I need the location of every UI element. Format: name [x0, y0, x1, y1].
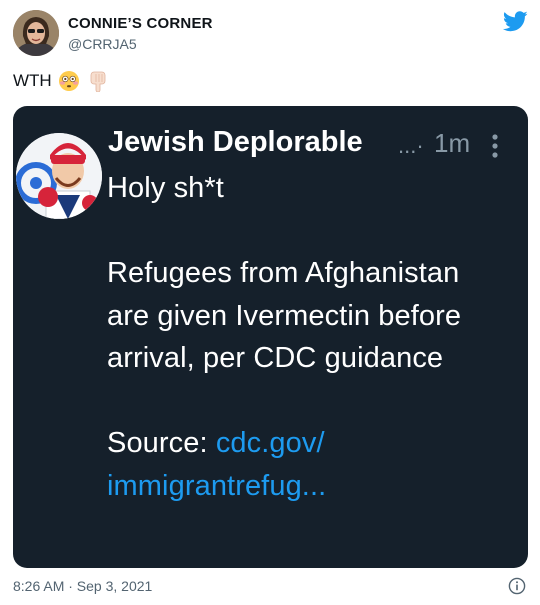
embedded-line-3: are given Ivermectin before — [107, 300, 462, 332]
embedded-source-line: Source: cdc.gov/ — [107, 427, 325, 460]
twitter-bird-icon[interactable] — [503, 11, 528, 32]
flushed-face-emoji-icon — [58, 71, 79, 91]
author-avatar[interactable] — [13, 10, 59, 56]
author-handle[interactable]: @CRRJA5 — [68, 36, 137, 52]
embedded-time: 1m — [434, 128, 471, 158]
tweet-text: WTH — [13, 70, 108, 92]
backhand-index-pointing-down-icon — [90, 71, 106, 92]
tweet-card: CONNIE’S CORNER @CRRJA5 WTH Jewish Deplo… — [0, 0, 540, 605]
info-icon[interactable] — [508, 577, 526, 595]
embedded-source-link: cdc.gov/ — [215, 427, 325, 459]
embedded-name-ellipsis: ...· — [398, 133, 424, 158]
embedded-screenshot[interactable]: Jewish Deplorable ...· 1m Holy sh*t Refu… — [13, 106, 528, 568]
tweet-timestamp[interactable]: 8:26 AM · Sep 3, 2021 — [13, 578, 152, 594]
more-options-icon — [492, 134, 498, 158]
embedded-author-avatar — [16, 133, 102, 219]
embedded-source-label: Source: — [107, 427, 216, 459]
embedded-author-name: Jewish Deplorable — [108, 126, 363, 158]
embedded-line-1: Holy sh*t — [107, 172, 224, 204]
embedded-source-link-continued: immigrantrefug... — [107, 470, 327, 502]
embedded-line-4: arrival, per CDC guidance — [107, 342, 444, 374]
tweet-text-body: WTH — [13, 71, 52, 90]
embedded-line-2: Refugees from Afghanistan — [107, 257, 460, 289]
author-name[interactable]: CONNIE’S CORNER — [68, 15, 213, 32]
